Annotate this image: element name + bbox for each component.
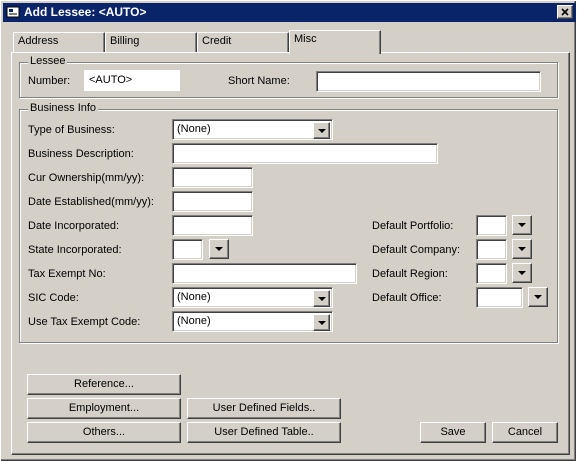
tax-exempt-label: Tax Exempt No:: [28, 268, 106, 280]
date-established-label: Date Established(mm/yy):: [28, 196, 154, 208]
business-description-input[interactable]: [172, 143, 438, 164]
save-button[interactable]: Save: [420, 422, 486, 443]
state-dropdown-button[interactable]: [209, 239, 229, 259]
employment-button[interactable]: Employment...: [27, 398, 181, 419]
chevron-down-icon[interactable]: [313, 314, 330, 331]
short-name-input[interactable]: [316, 71, 541, 92]
tab-label: Billing: [110, 35, 140, 47]
date-incorporated-input[interactable]: [172, 215, 253, 236]
tab-label: Credit: [202, 35, 232, 47]
close-icon: [561, 8, 569, 16]
chevron-down-icon[interactable]: [313, 290, 330, 307]
portfolio-dropdown-button[interactable]: [512, 215, 532, 235]
business-info-group-title: Business Info: [28, 102, 99, 114]
type-of-business-select[interactable]: (None): [172, 119, 333, 140]
close-button[interactable]: [557, 5, 573, 19]
sic-code-select[interactable]: (None): [172, 287, 333, 308]
tab-address[interactable]: Address: [13, 32, 105, 53]
default-office-input[interactable]: [476, 287, 523, 308]
cur-ownership-input[interactable]: [172, 167, 253, 188]
default-region-label: Default Region:: [372, 268, 448, 280]
app-icon: [6, 5, 20, 19]
state-incorporated-label: State Incorporated:: [28, 244, 122, 256]
date-established-input[interactable]: [172, 191, 253, 212]
cur-ownership-label: Cur Ownership(mm/yy):: [28, 172, 145, 184]
sic-code-value: (None): [177, 291, 211, 303]
use-tax-exempt-select[interactable]: (None): [172, 311, 333, 332]
tax-exempt-input[interactable]: [172, 263, 357, 284]
type-of-business-label: Type of Business:: [28, 124, 115, 136]
user-defined-table-button[interactable]: User Defined Table..: [187, 422, 341, 443]
region-dropdown-button[interactable]: [512, 263, 532, 283]
user-defined-fields-button[interactable]: User Defined Fields..: [187, 398, 341, 419]
default-portfolio-label: Default Portfolio:: [372, 220, 454, 232]
company-dropdown-button[interactable]: [512, 239, 532, 259]
lessee-group-title: Lessee: [28, 55, 68, 67]
default-company-input[interactable]: [476, 239, 507, 260]
others-button[interactable]: Others...: [27, 422, 181, 443]
chevron-down-icon[interactable]: [313, 122, 330, 139]
tab-billing[interactable]: Billing: [105, 32, 197, 53]
tab-label: Misc: [294, 33, 317, 45]
sic-code-label: SIC Code:: [28, 292, 79, 304]
use-tax-exempt-label: Use Tax Exempt Code:: [28, 316, 141, 328]
default-company-label: Default Company:: [372, 244, 461, 256]
state-incorporated-input[interactable]: [172, 239, 203, 260]
dialog-window: Add Lessee: <AUTO> Address Billing Credi…: [0, 0, 577, 462]
number-field: <AUTO>: [84, 70, 180, 91]
cancel-button[interactable]: Cancel: [492, 422, 558, 443]
tab-misc[interactable]: Misc: [289, 30, 381, 54]
title-bar[interactable]: Add Lessee: <AUTO>: [3, 3, 576, 22]
default-portfolio-input[interactable]: [476, 215, 507, 236]
tab-credit[interactable]: Credit: [197, 32, 289, 53]
date-incorporated-label: Date Incorporated:: [28, 220, 120, 232]
default-office-label: Default Office:: [372, 292, 442, 304]
short-name-label: Short Name:: [228, 75, 290, 87]
default-region-input[interactable]: [476, 263, 507, 284]
tab-label: Address: [18, 35, 59, 47]
type-of-business-value: (None): [177, 123, 211, 135]
window-title: Add Lessee: <AUTO>: [24, 5, 147, 19]
use-tax-exempt-value: (None): [177, 315, 211, 327]
misc-tab-panel: Lessee Number: <AUTO> Short Name: Busine…: [11, 52, 570, 455]
business-description-label: Business Description:: [28, 148, 134, 160]
number-label: Number:: [28, 75, 71, 87]
office-dropdown-button[interactable]: [528, 287, 548, 307]
reference-button[interactable]: Reference...: [27, 374, 181, 395]
